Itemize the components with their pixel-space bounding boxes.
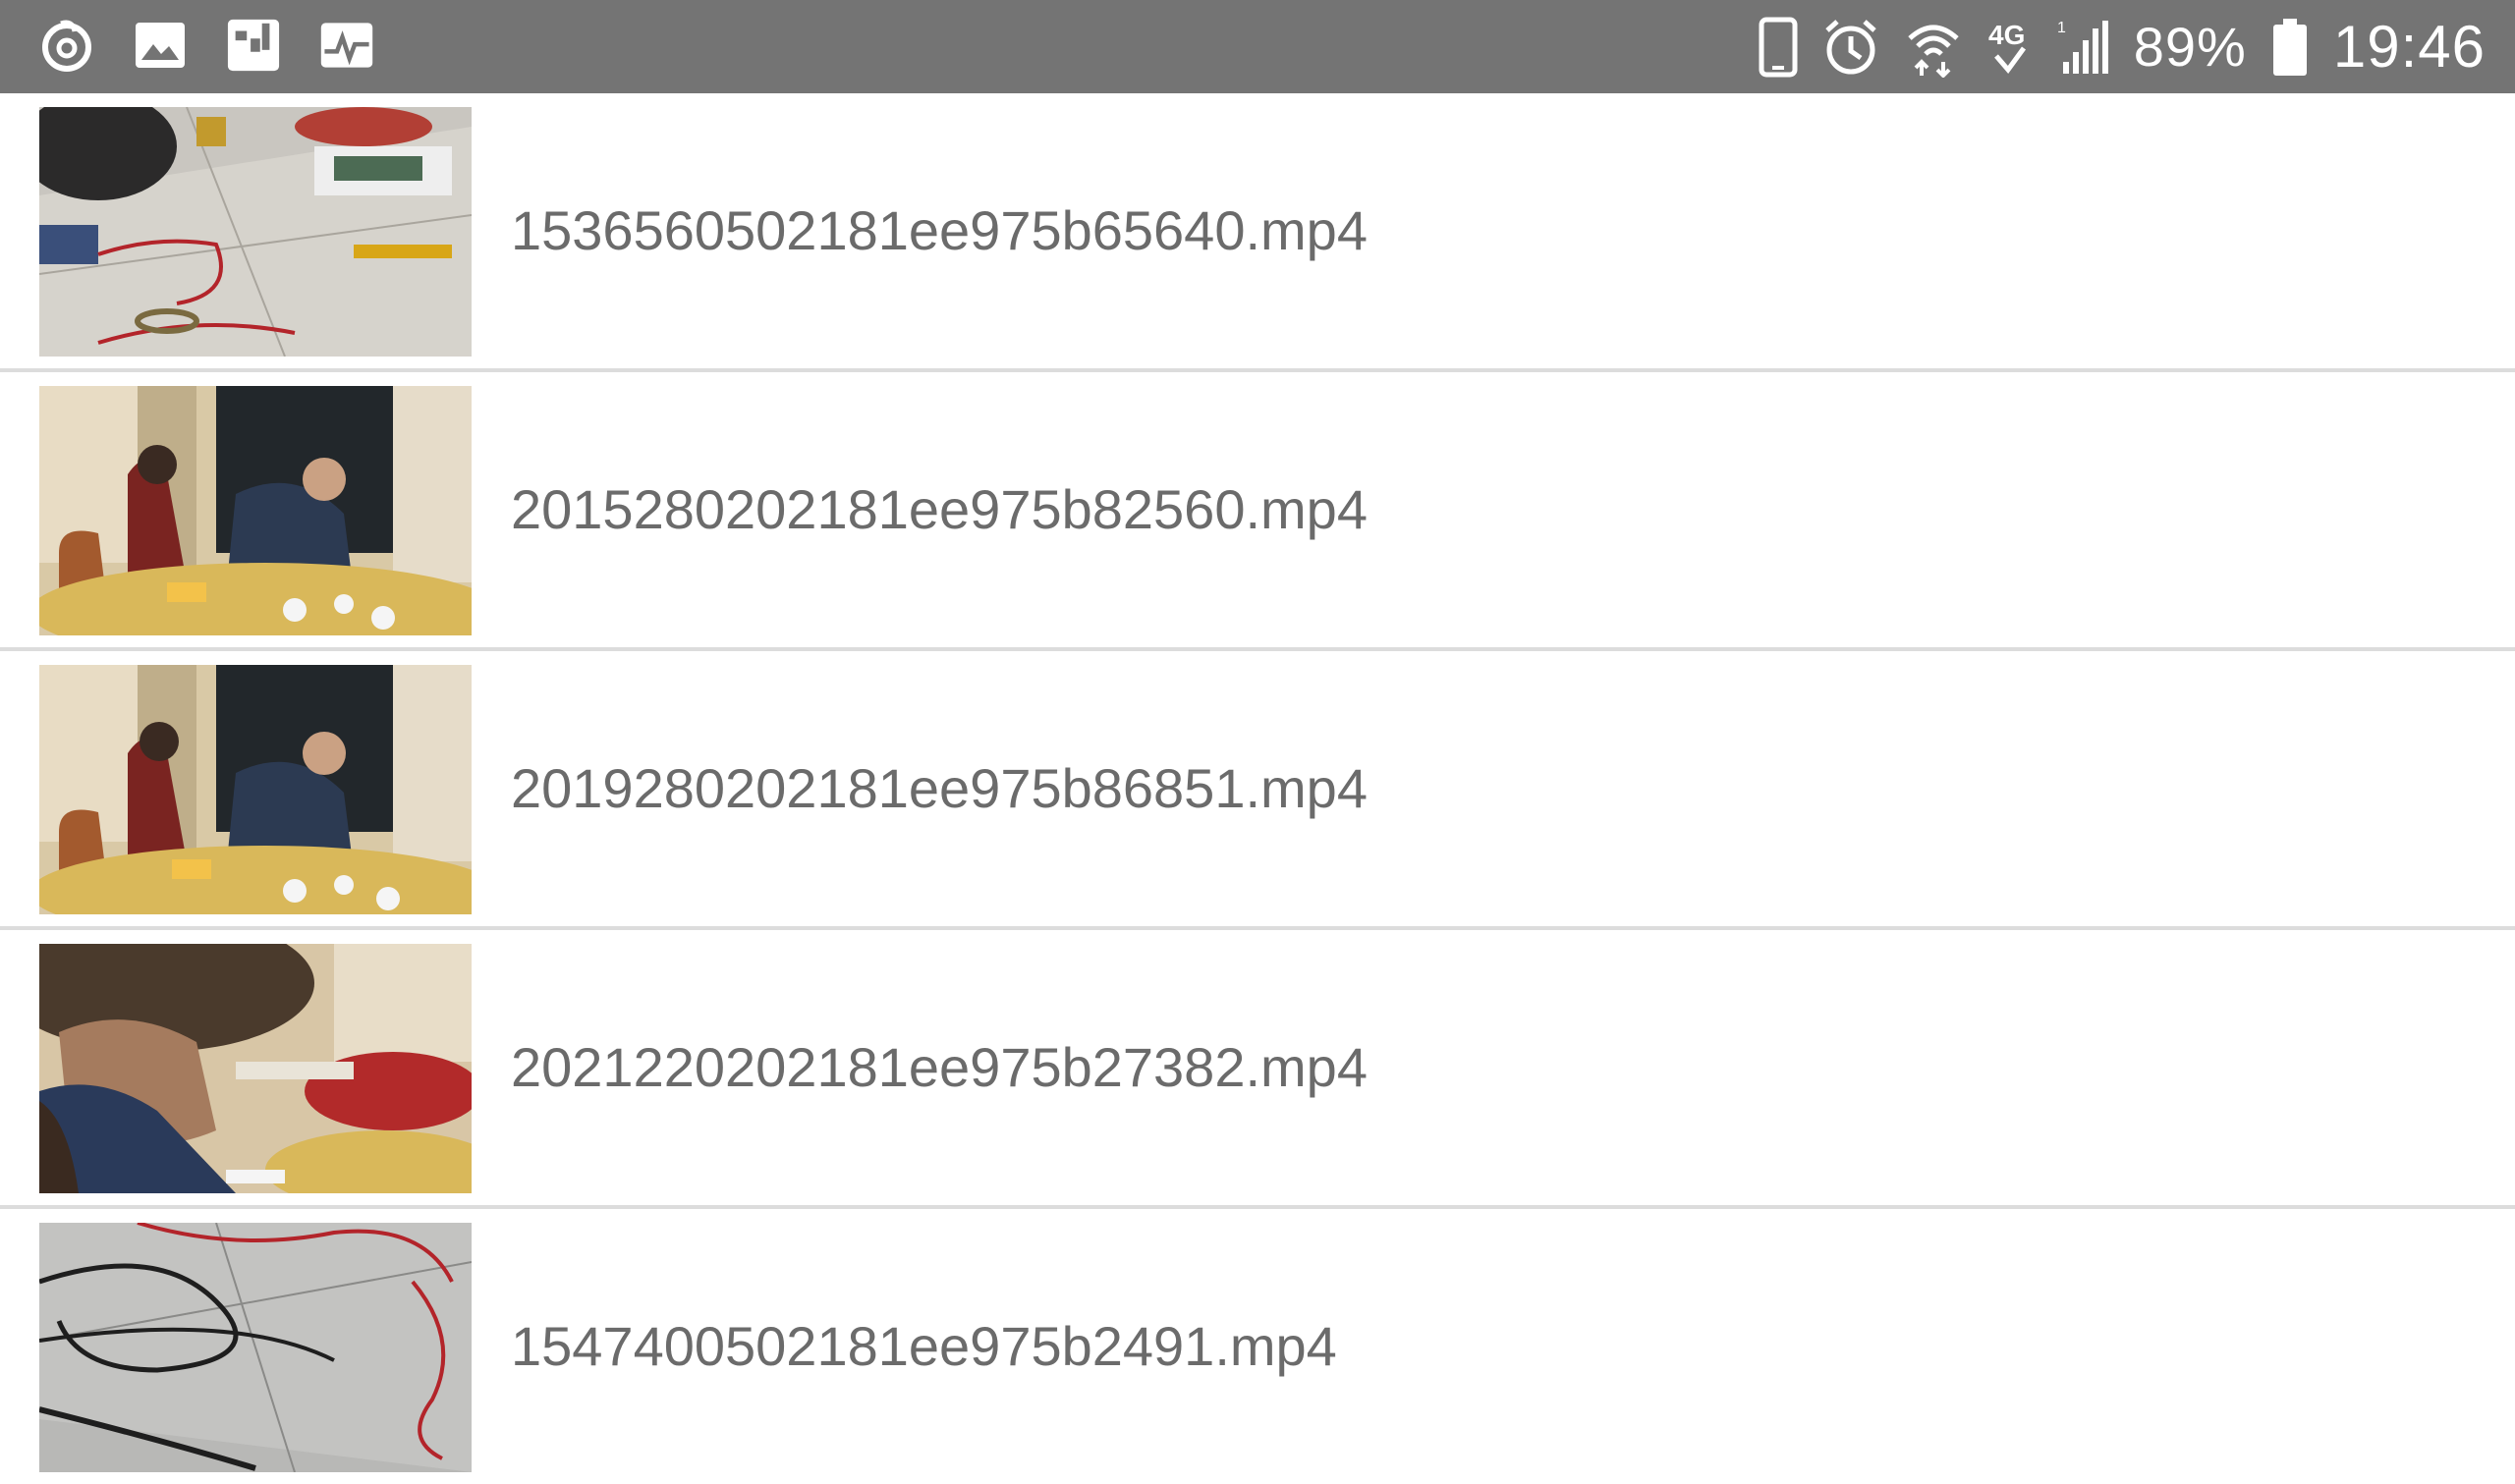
video-thumbnail	[39, 1223, 472, 1472]
battery-icon	[2270, 16, 2310, 79]
list-item[interactable]: 2019280202181ee975b86851.mp4	[0, 651, 2515, 930]
list-item[interactable]: 1536560502181ee975b65640.mp4	[0, 93, 2515, 372]
file-name: 2021220202181ee975b27382.mp4	[511, 1036, 1368, 1098]
file-name: 2019280202181ee975b86851.mp4	[511, 757, 1368, 819]
list-item[interactable]: 2015280202181ee975b82560.mp4	[0, 372, 2515, 651]
alarm-icon	[1821, 16, 1880, 79]
video-thumbnail	[39, 665, 472, 914]
netease-music-icon	[39, 17, 94, 74]
network-4g-icon: 4G	[1986, 16, 2034, 79]
video-file-list: 1536560502181ee975b65640.mp4 20152802021…	[0, 93, 2515, 1472]
clock: 19:46	[2332, 14, 2486, 80]
gallery-icon	[133, 17, 188, 74]
status-bar: 4G 1 89% 19:46	[0, 0, 2515, 93]
wifi-icon	[1904, 16, 1963, 79]
file-name: 2015280202181ee975b82560.mp4	[511, 478, 1368, 540]
system-status: 4G 1 89% 19:46	[1759, 14, 2486, 81]
transfer-icon	[226, 17, 281, 74]
phone-icon	[1759, 16, 1798, 79]
list-item[interactable]: 2021220202181ee975b27382.mp4	[0, 930, 2515, 1209]
svg-text:4G: 4G	[1988, 20, 2025, 50]
file-name: 1547400502181ee975b2491.mp4	[511, 1315, 1337, 1377]
notification-icons	[39, 17, 374, 74]
file-name: 1536560502181ee975b65640.mp4	[511, 199, 1368, 261]
activity-monitor-icon	[319, 17, 374, 74]
battery-percent: 89%	[2133, 16, 2247, 78]
video-thumbnail	[39, 107, 472, 357]
svg-text:1: 1	[2057, 20, 2066, 36]
signal-icon: 1	[2057, 16, 2110, 79]
video-thumbnail	[39, 944, 472, 1193]
list-item[interactable]: 1547400502181ee975b2491.mp4	[0, 1209, 2515, 1472]
video-thumbnail	[39, 386, 472, 635]
